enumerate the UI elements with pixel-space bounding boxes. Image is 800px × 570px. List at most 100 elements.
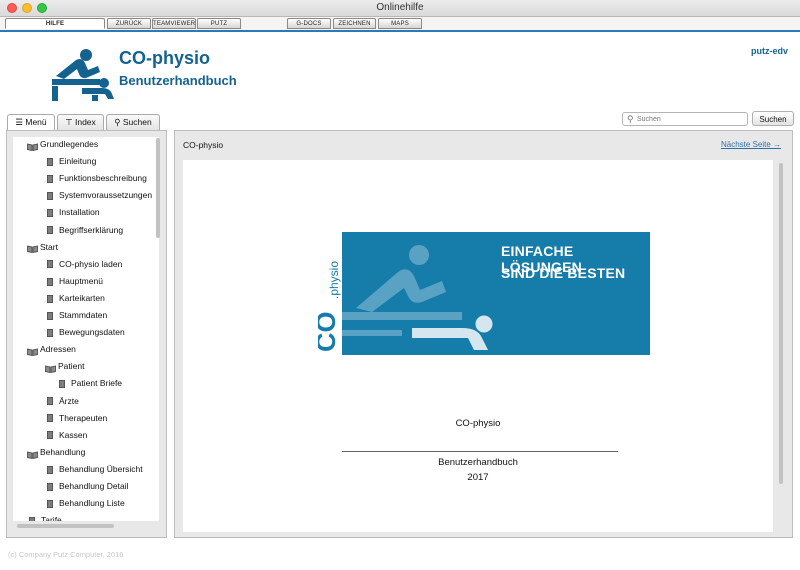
page-icon [47,311,53,320]
menu-tree: Grundlegendes Einleitung Funktionsbeschrei… [13,137,159,521]
tree-item[interactable]: Bewegungsdaten [47,325,125,339]
tree-item-label: Adressen [40,344,76,355]
search-icon: ⚲ [627,114,634,124]
page-icon [47,465,53,474]
window-titlebar: Onlinehilfe [0,0,800,17]
tree-item-label: Einleitung [59,156,97,167]
tree-item-label: Ärzte [59,395,79,406]
tree-item-label: Start [40,241,58,252]
pin-icon: ⊤ [65,117,73,127]
search-field[interactable]: ⚲ [622,112,748,126]
document-divider [342,451,618,452]
tree-item-label: Tarife [41,515,62,521]
tree-folder[interactable]: Behandlung [27,445,85,459]
content-title: CO-physio [183,140,224,150]
app-subtitle: Benutzerhandbuch [119,73,237,88]
tree-item-label: Systemvoraussetzungen [59,190,153,201]
page-icon [47,174,53,183]
banner-line-2: SIND DIE BESTEN [501,265,626,281]
book-icon [27,346,38,356]
tree-item-label: Stammdaten [59,310,108,320]
tree-item[interactable]: CO-physio laden [47,257,122,271]
draw-button[interactable]: ZEICHNEN [333,18,376,29]
maps-button[interactable]: MAPS [378,18,422,29]
tree-item-label: CO-physio laden [59,258,123,269]
tab-search[interactable]: ⚲ Suchen [106,114,160,130]
search-button[interactable]: Suchen [752,111,794,126]
list-icon: ☰ [15,117,23,127]
document-subtitle: Benutzerhandbuch [438,457,518,468]
tab-hilfe[interactable]: HILFE [5,18,105,29]
document-year: 2017 [467,472,489,483]
content-vertical-scrollbar[interactable] [779,163,783,484]
page-icon [47,157,53,166]
tree-item[interactable]: Einleitung [47,154,96,168]
tree-item-label: Patient [58,361,85,372]
tab-index[interactable]: ⊤ Index [57,114,104,130]
tree-item[interactable]: Behandlung Detail [47,479,128,493]
svg-text:CO: CO [318,312,341,353]
tree-folder[interactable]: Patient [45,359,85,374]
page-icon [47,192,53,201]
teamviewer-button[interactable]: TEAMVIEWER [152,18,196,29]
tree-item[interactable]: Behandlung Liste [47,496,125,510]
tree-folder[interactable]: Grundlegendes [27,137,98,151]
search-input[interactable] [637,113,745,125]
tree-item-label: Kassen [59,429,88,440]
page-icon [47,277,53,286]
tab-menu[interactable]: ☰ Menü [7,114,55,131]
tab-search-label: Suchen [122,117,152,127]
tree-item-label: Therapeuten [59,412,108,423]
page-icon [47,209,53,218]
tree-item[interactable]: Systemvoraussetzungen [47,188,152,202]
search-icon: ⚲ [114,117,121,127]
app-title: CO-physio [119,48,211,68]
tree-item-label: Grundlegendes [40,139,99,149]
svg-text:.physio: .physio [327,261,341,299]
co-physio-vertical-logo: CO .physio [311,244,342,355]
page-icon [47,397,53,406]
tree-folder[interactable]: Adressen [27,342,76,356]
tree-item[interactable]: Karteikarten [47,291,105,305]
book-icon [27,243,38,254]
tree-item-label: Behandlung Übersicht [59,463,143,474]
tree-item[interactable]: Funktionsbeschreibung [47,171,147,185]
document-name: CO-physio [455,418,501,429]
tree-item-label: Hauptmenü [59,275,103,286]
tree-item[interactable]: Behandlung Übersicht [47,462,143,476]
tree-folder[interactable]: Start [27,240,58,254]
tab-index-label: Index [74,117,96,127]
toolbar: HILFE ZURÜCK TEAMVIEWER PUTZ G-DOCS ZEIC… [0,17,800,31]
tree-item-label: Behandlung [40,446,86,457]
tree-item-label: Behandlung Liste [59,498,125,509]
menu-panel: Grundlegendes Einleitung Funktionsbeschrei… [6,130,167,538]
page-icon [47,328,53,337]
tree-vertical-scrollbar[interactable] [156,138,160,238]
tab-menu-label: Menü [25,117,47,127]
page-icon [47,482,53,491]
back-button[interactable]: ZURÜCK [107,18,151,29]
tree-item[interactable]: Begriffserklärung [47,223,123,237]
document-page: CO .physio EINFACHE LÖSUNGEN SIND DIE BE… [183,160,773,532]
tree-item[interactable]: Therapeuten [47,411,107,425]
page-icon [47,414,53,423]
page-icon [47,499,53,508]
tree-item[interactable]: Patient Briefe [59,376,122,390]
tree-item[interactable]: Tarife [29,513,62,521]
tree-item[interactable]: Kassen [47,428,87,442]
page-icon [59,380,65,389]
tree-item[interactable]: Ärzte [47,394,79,408]
title-banner: EINFACHE LÖSUNGEN SIND DIE BESTEN [342,232,650,355]
tree-item-label: Begriffserklärung [59,224,124,235]
tree-horizontal-scrollbar[interactable] [17,524,114,528]
content-panel: CO-physio Nächste Seite → CO .physio EIN… [174,130,793,538]
book-icon [27,449,38,459]
tree-item[interactable]: Installation [47,205,100,219]
next-page-link[interactable]: Nächste Seite → [721,140,781,149]
window-title: Onlinehilfe [376,2,424,13]
tree-item[interactable]: Hauptmenü [47,274,103,288]
gdocs-button[interactable]: G-DOCS [287,18,331,29]
book-icon [45,363,56,374]
putz-button[interactable]: PUTZ [197,18,241,29]
tree-item[interactable]: Stammdaten [47,308,107,322]
